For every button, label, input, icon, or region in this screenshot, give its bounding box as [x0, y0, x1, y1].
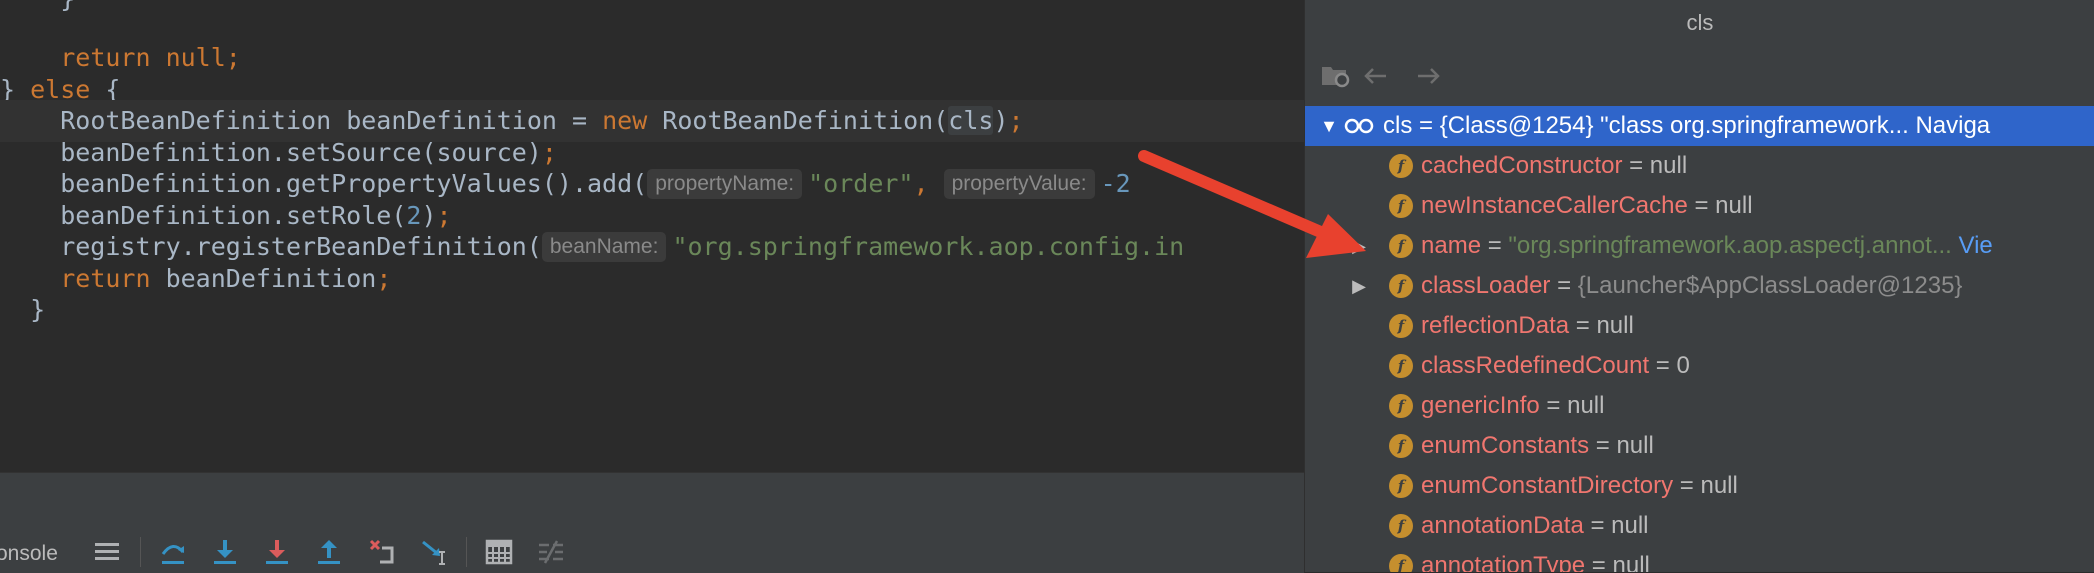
field-name: enumConstants — [1421, 432, 1590, 459]
drop-frame-icon[interactable] — [366, 537, 400, 567]
field-icon: f — [1389, 394, 1413, 418]
equals-sign: = — [1589, 432, 1617, 459]
field-name: newInstanceCallerCache — [1421, 192, 1688, 219]
field-name: enumConstantDirectory — [1421, 472, 1674, 499]
tree-row-field[interactable]: f genericInfo = null — [1305, 386, 2094, 426]
tree-row-field[interactable]: f classRedefinedCount = 0 — [1305, 346, 2094, 386]
field-icon: f — [1389, 234, 1413, 258]
trace-icon[interactable] — [534, 537, 568, 567]
field-name: reflectionData — [1421, 312, 1570, 339]
variable-value: = {Class@1254} "class org.springframewor… — [1419, 112, 1991, 139]
field-icon: f — [1389, 434, 1413, 458]
menu-icon[interactable] — [90, 537, 124, 567]
toolbar-separator — [466, 537, 467, 567]
variable-tree: ▼ cls = {Class@1254} "class org.springfr… — [1305, 106, 2094, 572]
field-value: null — [1567, 392, 1605, 419]
equals-sign: = — [1673, 472, 1701, 499]
variable-name: cls — [1383, 112, 1413, 139]
field-value: null — [1649, 152, 1688, 179]
tree-row-field[interactable]: f annotationData = null — [1305, 506, 2094, 546]
field-value: null — [1616, 432, 1654, 459]
field-icon: f — [1389, 354, 1413, 378]
tree-row-root[interactable]: ▼ cls = {Class@1254} "class org.springfr… — [1305, 106, 2094, 146]
tree-row-field[interactable]: f reflectionData = null — [1305, 306, 2094, 346]
field-value: {Launcher$AppClassLoader@1235} — [1577, 272, 1963, 299]
variable-inspector-popup[interactable]: cls ▼ cls = {Class@1254} "class org.spri… — [1304, 0, 2094, 572]
step-into-icon[interactable] — [208, 537, 242, 567]
equals-sign: = — [1583, 512, 1612, 539]
field-icon: f — [1389, 154, 1413, 178]
equals-sign: = — [1622, 152, 1650, 179]
debugger-toolbar: onsole — [0, 472, 1304, 573]
add-to-watches-icon[interactable] — [1315, 56, 1355, 96]
field-icon: f — [1389, 274, 1413, 298]
field-name: name — [1421, 232, 1482, 259]
equals-sign: = — [1550, 272, 1578, 299]
code-line-brace-top: } — [0, 0, 1304, 20]
equals-sign: = — [1569, 312, 1597, 339]
step-out-icon[interactable] — [312, 537, 346, 567]
field-name: classRedefinedCount — [1421, 352, 1650, 379]
code-line-brace: } — [30, 295, 46, 324]
field-value: null — [1700, 472, 1738, 499]
force-step-into-icon[interactable] — [260, 537, 294, 567]
field-name: genericInfo — [1421, 392, 1540, 419]
equals-sign: = — [1687, 192, 1716, 219]
field-name: cachedConstructor — [1421, 152, 1623, 179]
tree-row-field[interactable]: f annotationType = null — [1305, 546, 2094, 572]
collapse-arrow-icon[interactable]: ▼ — [1319, 106, 1339, 146]
tree-row-field[interactable]: f enumConstantDirectory = null — [1305, 466, 2094, 506]
field-icon: f — [1389, 554, 1413, 572]
equals-sign: = — [1649, 352, 1677, 379]
equals-sign: = — [1585, 552, 1613, 572]
field-icon: f — [1389, 514, 1413, 538]
popup-title: cls — [1686, 10, 1714, 35]
equals-sign: = — [1481, 232, 1509, 259]
forward-arrow-icon[interactable] — [1409, 56, 1449, 96]
tree-row-field[interactable]: ▶ f name = "org.springframework.aop.aspect… — [1305, 226, 2094, 266]
field-value: null — [1611, 512, 1649, 539]
popup-toolbar — [1305, 56, 2094, 96]
field-value: null — [1596, 312, 1634, 339]
field-name: annotationType — [1421, 552, 1586, 572]
toolbar-separator — [140, 537, 141, 567]
field-icon: f — [1389, 314, 1413, 338]
expand-arrow-icon[interactable]: ▶ — [1349, 226, 1369, 266]
code-editor[interactable]: } return null; } else { RootBeanDefiniti… — [0, 0, 1304, 472]
cls-reference[interactable]: cls — [948, 106, 994, 135]
console-tab[interactable]: onsole — [0, 542, 58, 566]
tree-row-field[interactable]: f cachedConstructor = null — [1305, 146, 2094, 186]
tree-row-field[interactable]: f enumConstants = null — [1305, 426, 2094, 466]
field-name: classLoader — [1421, 272, 1551, 299]
field-value: "org.springframework.aop.aspectj.annot..… — [1508, 232, 1952, 259]
step-over-icon[interactable] — [156, 537, 190, 567]
field-value: null — [1612, 552, 1650, 572]
field-value: null — [1715, 192, 1753, 219]
run-to-cursor-icon[interactable] — [418, 537, 452, 567]
tree-row-field[interactable]: ▶ f classLoader = {Launcher$AppClassLoader… — [1305, 266, 2094, 306]
back-arrow-icon[interactable] — [1355, 56, 1395, 96]
evaluate-expression-icon[interactable] — [482, 537, 516, 567]
field-icon: f — [1389, 194, 1413, 218]
field-value: 0 — [1676, 352, 1690, 379]
view-link[interactable]: Vie — [1952, 232, 1992, 259]
field-icon: f — [1389, 474, 1413, 498]
expand-arrow-icon[interactable]: ▶ — [1349, 266, 1369, 306]
equals-sign: = — [1539, 392, 1568, 419]
tree-row-field[interactable]: f newInstanceCallerCache = null — [1305, 186, 2094, 226]
field-name: annotationData — [1421, 512, 1584, 539]
